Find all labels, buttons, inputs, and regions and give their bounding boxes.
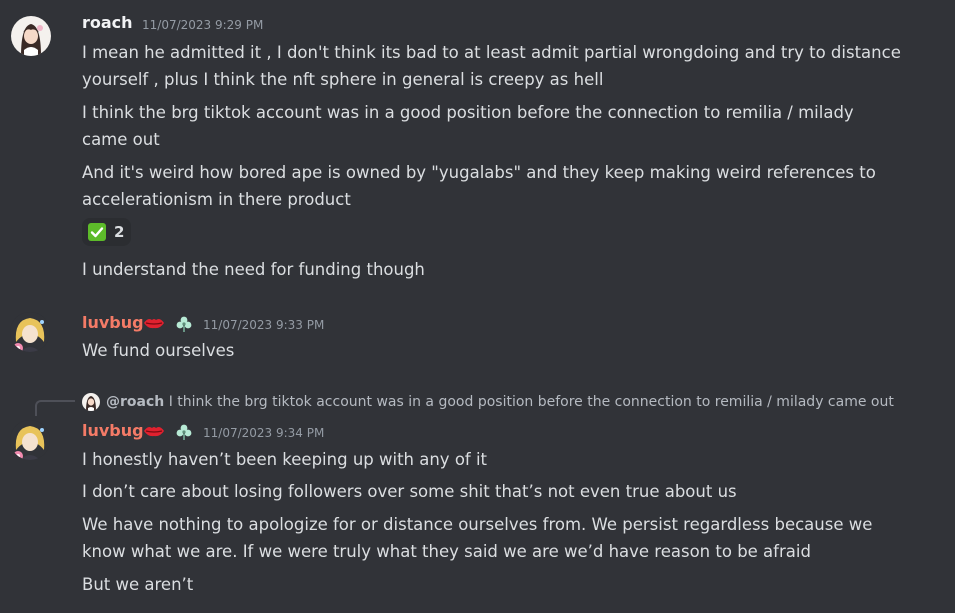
username-luvbug[interactable]: luvbug	[82, 421, 144, 441]
avatar-roach[interactable]	[11, 16, 51, 56]
message-line: I mean he admitted it , I don't think it…	[82, 43, 901, 62]
reply-spine	[35, 400, 75, 416]
message-line: But we aren’t	[82, 575, 194, 594]
message-line: We have nothing to apologize for or dist…	[82, 515, 873, 534]
message-line: came out	[82, 130, 160, 149]
luvbug-avatar-image	[10, 420, 50, 460]
red-lips-icon	[143, 423, 165, 442]
avatar-luvbug[interactable]	[10, 312, 50, 352]
message-line: accelerationism in there product	[82, 190, 351, 209]
luvbug-avatar-image	[10, 312, 50, 352]
message-line: I honestly haven’t been keeping up with …	[82, 450, 488, 469]
reaction-count: 2	[114, 223, 125, 241]
message-line: I don’t care about losing followers over…	[82, 482, 737, 501]
timestamp: 11/07/2023 9:33 PM	[203, 318, 325, 332]
reaction-check[interactable]: 2	[82, 218, 132, 246]
red-lips-icon	[143, 315, 165, 334]
green-clover-icon[interactable]	[175, 423, 193, 445]
reply-avatar-roach[interactable]	[82, 393, 100, 411]
roach-avatar-image	[11, 16, 51, 56]
timestamp: 11/07/2023 9:34 PM	[203, 426, 325, 440]
message-line: And it's weird how bored ape is owned by…	[82, 163, 876, 182]
message-line: yourself , plus I think the nft sphere i…	[82, 70, 604, 89]
message-line: I understand the need for funding though	[82, 260, 425, 279]
username-luvbug[interactable]: luvbug	[82, 313, 144, 333]
green-clover-icon[interactable]	[175, 315, 193, 337]
username-roach[interactable]: roach	[82, 13, 133, 33]
message-line: I think the brg tiktok account was in a …	[82, 103, 854, 122]
message-line: know what we are. If we were truly what …	[82, 542, 811, 561]
timestamp: 11/07/2023 9:29 PM	[142, 18, 264, 32]
reply-username[interactable]: @roach	[106, 394, 164, 410]
reply-preview[interactable]: @roach I think the brg tiktok account wa…	[106, 393, 920, 411]
white-check-mark-icon	[88, 223, 106, 241]
reply-text: I think the brg tiktok account was in a …	[168, 394, 894, 410]
message-line: We fund ourselves	[82, 341, 235, 360]
avatar-luvbug[interactable]	[10, 420, 50, 460]
